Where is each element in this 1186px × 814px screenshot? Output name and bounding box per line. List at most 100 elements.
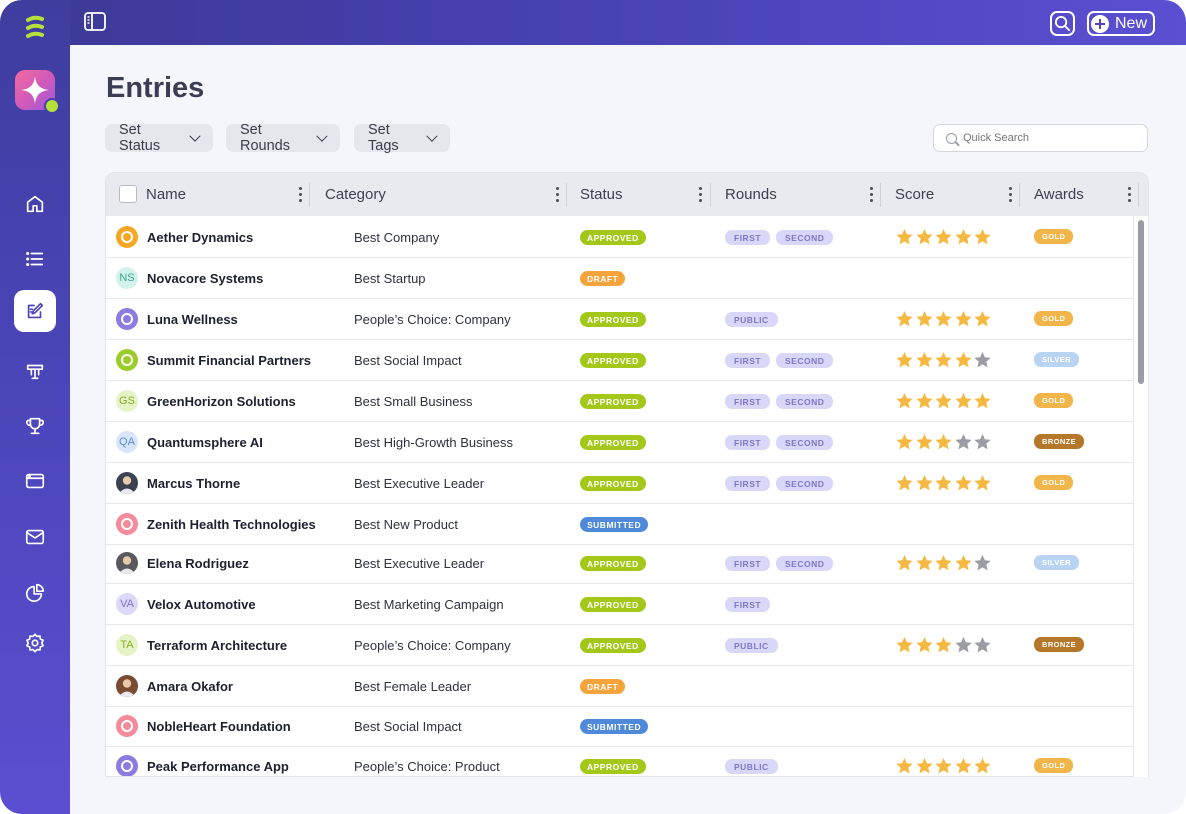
set-rounds-button[interactable]: Set Rounds: [226, 122, 340, 154]
judging-icon: [26, 364, 44, 380]
status-badge: APPROVED: [580, 759, 646, 774]
nav-entries[interactable]: [14, 290, 56, 332]
search-button[interactable]: [1050, 11, 1075, 36]
select-all-checkbox[interactable]: [119, 185, 137, 203]
entry-category: People’s Choice: Company: [354, 311, 511, 327]
entry-name[interactable]: Summit Financial Partners: [147, 340, 311, 380]
entry-name[interactable]: Elena Rodriguez: [147, 543, 249, 583]
star-filled-icon: [935, 311, 952, 327]
nav-reports[interactable]: [14, 572, 56, 614]
star-filled-icon: [955, 758, 972, 774]
round-badge: FIRST: [725, 476, 771, 491]
star-filled-icon: [896, 229, 913, 245]
table-row[interactable]: VA Velox Automotive Best Marketing Campaig…: [106, 584, 1136, 625]
column-divider[interactable]: [880, 183, 881, 207]
table-row[interactable]: Amara Okafor Best Female Leader DRAFT: [106, 666, 1136, 707]
table-row[interactable]: QA Quantumsphere AI Best High-Growth Busin…: [106, 422, 1136, 463]
status-badge: APPROVED: [580, 476, 646, 491]
set-status-button[interactable]: Set Status: [105, 122, 213, 154]
entry-category: Best Startup: [354, 270, 426, 286]
quick-search-input[interactable]: [963, 132, 1133, 144]
column-menu-icon[interactable]: [1128, 187, 1131, 202]
column-header-status[interactable]: Status: [580, 173, 623, 216]
column-divider[interactable]: [566, 183, 567, 207]
nav-judging[interactable]: [14, 350, 56, 392]
score-stars: [895, 228, 993, 246]
table-row[interactable]: NS Novacore Systems Best Startup DRAFT: [106, 258, 1136, 299]
nav-awards[interactable]: [14, 405, 56, 447]
column-header-score[interactable]: Score: [895, 173, 934, 216]
entry-name[interactable]: NobleHeart Foundation: [147, 706, 291, 746]
sidebar: [0, 0, 70, 814]
award-badge: GOLD: [1034, 758, 1074, 773]
company-logo-icon: [116, 715, 138, 737]
company-logo-icon: [116, 226, 138, 248]
column-header-rounds[interactable]: Rounds: [725, 173, 777, 216]
entry-name[interactable]: Peak Performance App: [147, 746, 289, 776]
column-divider[interactable]: [1019, 183, 1020, 207]
entry-name[interactable]: Terraform Architecture: [147, 625, 287, 665]
star-filled-icon: [915, 229, 933, 245]
column-menu-icon[interactable]: [870, 187, 873, 202]
column-menu-icon[interactable]: [556, 187, 559, 202]
sidebar-toggle-icon[interactable]: [84, 12, 106, 31]
edit-entries-icon: [27, 302, 44, 319]
entry-name[interactable]: Marcus Thorne: [147, 463, 240, 503]
star-empty-icon: [974, 434, 991, 450]
table-scrollbar[interactable]: [1133, 216, 1148, 777]
mail-icon: [25, 529, 45, 545]
new-button[interactable]: New: [1087, 11, 1155, 36]
score-stars: [895, 474, 993, 492]
avatar-initials: VA: [116, 593, 138, 615]
entry-category: Best Female Leader: [354, 678, 472, 694]
nav-settings[interactable]: [14, 622, 56, 664]
star-filled-icon: [974, 229, 991, 245]
table-row[interactable]: NobleHeart Foundation Best Social Impact S…: [106, 706, 1136, 747]
table-row[interactable]: Elena Rodriguez Best Executive Leader APPR…: [106, 543, 1136, 584]
award-badge: GOLD: [1034, 229, 1074, 244]
star-empty-icon: [974, 555, 991, 571]
column-divider[interactable]: [1138, 183, 1139, 207]
entry-name[interactable]: Novacore Systems: [147, 258, 263, 298]
nav-home[interactable]: [14, 183, 56, 225]
table-row[interactable]: Marcus Thorne Best Executive Leader APPROV…: [106, 463, 1136, 504]
star-filled-icon: [915, 475, 933, 491]
entry-name[interactable]: Zenith Health Technologies: [147, 504, 316, 544]
score-stars: [895, 392, 993, 410]
set-tags-button[interactable]: Set Tags: [354, 122, 450, 154]
column-divider[interactable]: [710, 183, 711, 207]
table-row[interactable]: Zenith Health Technologies Best New Produ…: [106, 504, 1136, 545]
scrollbar-thumb[interactable]: [1138, 220, 1144, 384]
quick-search[interactable]: [933, 124, 1148, 152]
entry-name[interactable]: Amara Okafor: [147, 666, 233, 706]
entry-name[interactable]: Quantumsphere AI: [147, 422, 263, 462]
avatar: [116, 472, 138, 494]
set-status-label: Set Status: [119, 122, 161, 154]
entry-name[interactable]: Luna Wellness: [147, 299, 238, 339]
status-badge: SUBMITTED: [580, 517, 649, 532]
column-header-awards[interactable]: Awards: [1034, 173, 1084, 216]
nav-list[interactable]: [14, 238, 56, 280]
column-header-category[interactable]: Category: [325, 173, 386, 216]
column-header-name[interactable]: Name: [146, 173, 186, 216]
table-row[interactable]: GS GreenHorizon Solutions Best Small Busin…: [106, 381, 1136, 422]
entry-category: People’s Choice: Company: [354, 637, 511, 653]
table-row[interactable]: TA Terraform Architecture People’s Choice:…: [106, 625, 1136, 666]
entry-name[interactable]: Velox Automotive: [147, 584, 256, 624]
round-badge: FIRST: [725, 353, 771, 368]
table-row[interactable]: Summit Financial Partners Best Social Imp…: [106, 340, 1136, 381]
workspace-badge[interactable]: [15, 70, 60, 114]
nav-website[interactable]: [14, 460, 56, 502]
company-logo-icon: [116, 349, 138, 371]
table-row[interactable]: Peak Performance App People’s Choice: Pro…: [106, 746, 1136, 776]
column-menu-icon[interactable]: [299, 187, 302, 202]
column-menu-icon[interactable]: [1009, 187, 1012, 202]
nav-messages[interactable]: [14, 516, 56, 558]
entry-name[interactable]: Aether Dynamics: [147, 217, 253, 257]
column-menu-icon[interactable]: [699, 187, 702, 202]
table-row[interactable]: Aether Dynamics Best Company APPROVED FIRST…: [106, 217, 1136, 258]
award-badge: GOLD: [1034, 311, 1074, 326]
entry-name[interactable]: GreenHorizon Solutions: [147, 381, 296, 421]
table-row[interactable]: Luna Wellness People’s Choice: Company APP…: [106, 299, 1136, 340]
column-divider[interactable]: [309, 183, 310, 207]
